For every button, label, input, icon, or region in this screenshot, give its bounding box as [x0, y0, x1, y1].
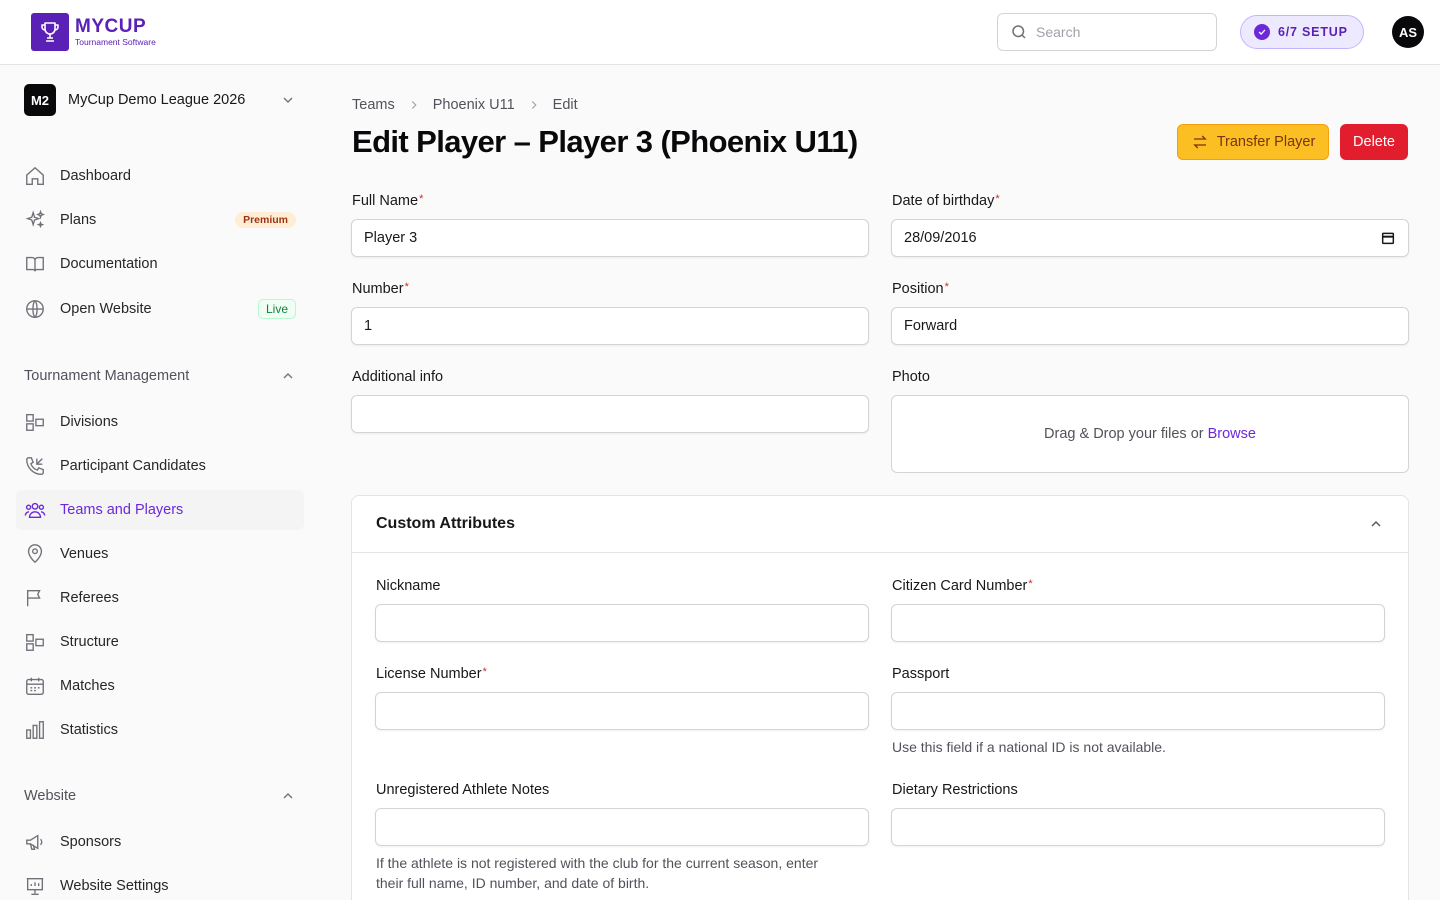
photo-dropzone[interactable]: Drag & Drop your files or Browse — [891, 395, 1409, 473]
license-number-label: License Number* — [376, 666, 487, 682]
live-badge: Live — [257, 299, 296, 319]
chevron-up-icon[interactable] — [1368, 516, 1384, 532]
sidebar-item-dashboard[interactable]: Dashboard — [16, 156, 304, 196]
sidebar-item-teams-and-players[interactable]: Teams and Players — [16, 490, 304, 530]
setup-label: 6/7 SETUP — [1278, 25, 1348, 39]
section-tournament-management[interactable]: Tournament Management — [24, 368, 296, 384]
number-label: Number* — [352, 281, 409, 297]
sidebar-item-sponsors[interactable]: Sponsors — [16, 822, 304, 862]
breadcrumb: Teams Phoenix U11 Edit — [352, 97, 578, 113]
sidebar-item-website-settings[interactable]: Website Settings — [16, 866, 304, 900]
number-input[interactable]: 1 — [351, 307, 869, 345]
trophy-icon — [31, 13, 69, 51]
chevron-up-icon — [283, 373, 293, 379]
passport-label: Passport — [892, 666, 950, 682]
sidebar-item-plans[interactable]: Plans Premium — [16, 200, 304, 240]
breadcrumb-teams[interactable]: Teams — [352, 97, 395, 113]
users-icon — [24, 499, 46, 521]
chevron-down-icon — [283, 97, 293, 103]
sidebar-item-participant-candidates[interactable]: Participant Candidates — [16, 446, 304, 486]
search-input[interactable]: Search — [997, 13, 1217, 51]
megaphone-icon — [24, 831, 46, 853]
brand-title: MYCUP — [75, 15, 147, 37]
transfer-player-button[interactable]: Transfer Player — [1177, 124, 1329, 160]
dietary-restrictions-input[interactable] — [891, 808, 1385, 846]
brand-subtitle: Tournament Software — [75, 36, 156, 47]
sidebar-item-documentation[interactable]: Documentation — [16, 244, 304, 284]
top-bar: MYCUP Tournament Software Search 6/7 SET… — [0, 0, 1440, 65]
breadcrumb-team[interactable]: Phoenix U11 — [433, 97, 515, 113]
custom-attributes-title: Custom Attributes — [376, 515, 515, 532]
photo-label: Photo — [892, 369, 930, 385]
check-circle-icon — [1254, 24, 1270, 40]
passport-hint: Use this field if a national ID is not a… — [892, 739, 1166, 755]
additional-info-label: Additional info — [352, 369, 444, 385]
citizen-card-input[interactable] — [891, 604, 1385, 642]
sidebar-item-referees[interactable]: Referees — [16, 578, 304, 618]
bar-chart-icon — [24, 719, 46, 741]
book-icon — [24, 253, 46, 275]
globe-icon — [24, 298, 46, 320]
divisions-icon — [24, 411, 46, 433]
setup-progress-button[interactable]: 6/7 SETUP — [1240, 15, 1364, 49]
league-name: MyCup Demo League 2026 — [68, 92, 246, 108]
nickname-input[interactable] — [375, 604, 869, 642]
chevron-right-icon — [531, 101, 537, 109]
delete-button[interactable]: Delete — [1340, 124, 1408, 160]
map-pin-icon — [24, 543, 46, 565]
sidebar-item-structure[interactable]: Structure — [16, 622, 304, 662]
custom-attributes-header[interactable]: Custom Attributes — [352, 496, 1408, 553]
nickname-label: Nickname — [376, 578, 441, 594]
chevron-up-icon — [283, 793, 293, 799]
presentation-icon — [24, 875, 46, 897]
calendar-icon[interactable] — [1380, 230, 1396, 246]
page-title: Edit Player – Player 3 (Phoenix U11) — [352, 124, 858, 159]
calendar-icon — [24, 675, 46, 697]
full-name-input[interactable]: Player 3 — [351, 219, 869, 257]
premium-badge: Premium — [235, 212, 296, 228]
dob-input[interactable]: 28/09/2016 — [891, 219, 1409, 257]
chevron-right-icon — [411, 101, 417, 109]
league-switcher[interactable]: M2 MyCup Demo League 2026 — [24, 84, 296, 116]
dob-label: Date of birthday* — [892, 193, 1000, 209]
structure-icon — [24, 631, 46, 653]
section-website[interactable]: Website — [24, 788, 296, 804]
browse-link[interactable]: Browse — [1208, 426, 1256, 442]
unregistered-notes-hint: If the athlete is not registered with th… — [376, 855, 819, 891]
phone-incoming-icon — [24, 455, 46, 477]
sidebar-item-statistics[interactable]: Statistics — [16, 710, 304, 750]
flag-icon — [24, 587, 46, 609]
additional-info-input[interactable] — [351, 395, 869, 433]
sidebar-item-matches[interactable]: Matches — [16, 666, 304, 706]
dietary-restrictions-label: Dietary Restrictions — [892, 782, 1018, 798]
full-name-label: Full Name* — [352, 193, 424, 209]
position-label: Position* — [892, 281, 949, 297]
search-icon — [1012, 25, 1026, 39]
arrows-swap-icon — [1192, 135, 1207, 149]
license-number-input[interactable] — [375, 692, 869, 730]
sidebar-item-venues[interactable]: Venues — [16, 534, 304, 574]
sparkles-icon — [24, 209, 46, 231]
user-avatar[interactable]: AS — [1392, 16, 1424, 48]
position-input[interactable]: Forward — [891, 307, 1409, 345]
breadcrumb-current: Edit — [552, 97, 578, 113]
search-placeholder: Search — [1036, 24, 1081, 40]
passport-input[interactable] — [891, 692, 1385, 730]
league-badge: M2 — [24, 84, 56, 116]
unregistered-notes-input[interactable] — [375, 808, 869, 846]
citizen-card-label: Citizen Card Number* — [892, 578, 1033, 594]
sidebar-item-open-website[interactable]: Open Website Live — [16, 289, 304, 329]
unregistered-notes-label: Unregistered Athlete Notes — [376, 782, 550, 798]
home-icon — [24, 165, 46, 187]
brand-logo[interactable]: MYCUP Tournament Software — [31, 13, 156, 51]
sidebar-item-divisions[interactable]: Divisions — [16, 402, 304, 442]
